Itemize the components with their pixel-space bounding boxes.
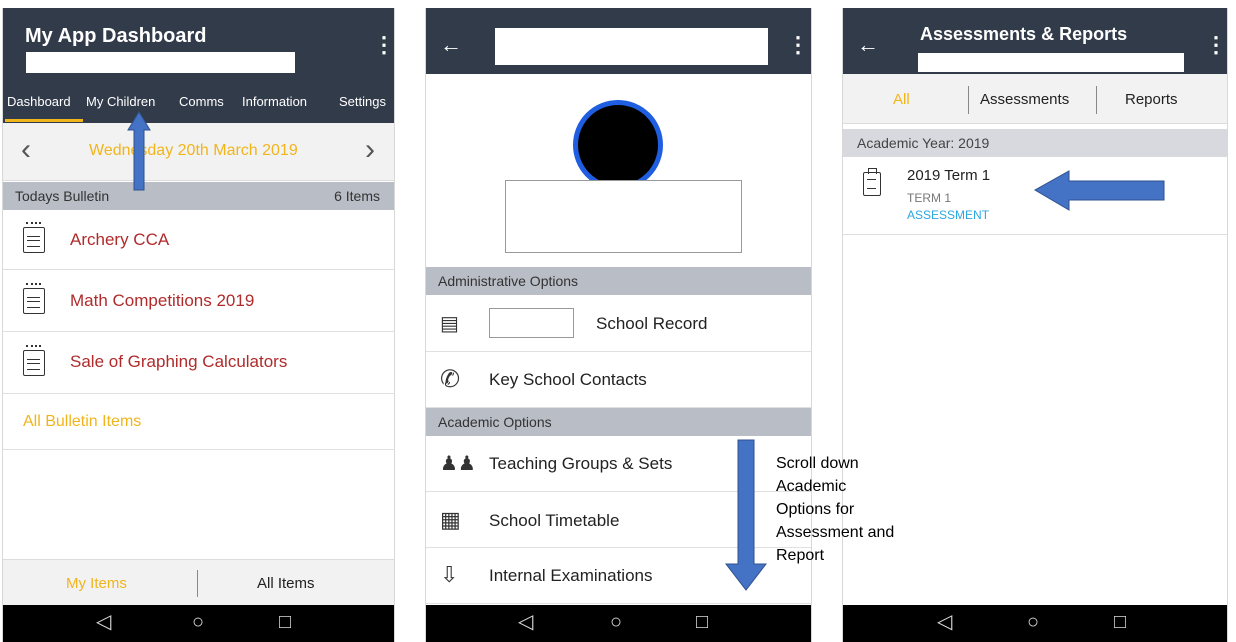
- annotation-text: Scroll down Academic Options for Assessm…: [776, 455, 895, 564]
- annotation-overlay: [127, 111, 1165, 591]
- down-arrow-annotation: [724, 439, 768, 591]
- left-arrow-annotation: [1033, 170, 1165, 211]
- up-arrow-annotation: [127, 111, 151, 191]
